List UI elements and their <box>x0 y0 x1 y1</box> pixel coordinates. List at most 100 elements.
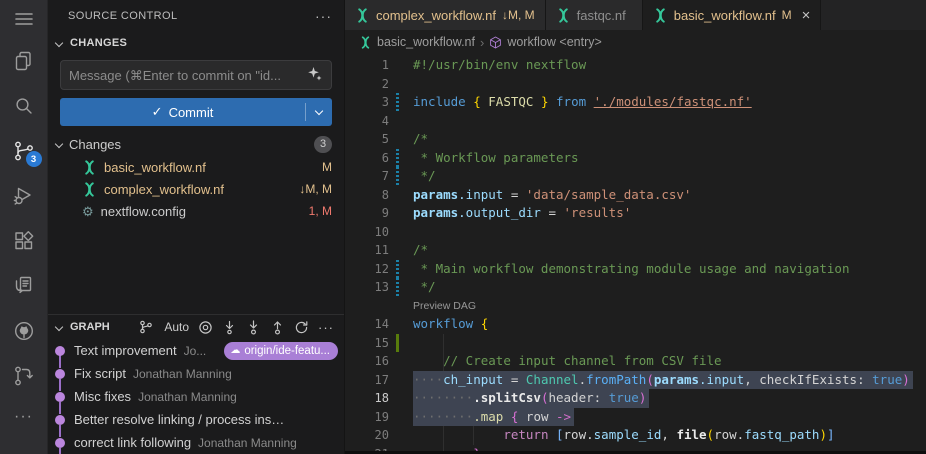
fetch-icon[interactable] <box>222 320 237 335</box>
commit-row[interactable]: Text improvement Jo... ☁ origin/ide-feat… <box>48 339 344 362</box>
run-and-debug-icon[interactable] <box>0 173 48 218</box>
commit-row[interactable]: Misc fixes Jonathan Manning ☁ <box>48 385 344 408</box>
commit-dot-icon <box>55 415 65 425</box>
line-number[interactable]: 12 <box>345 260 389 279</box>
breadcrumb-file[interactable]: basic_workflow.nf <box>359 35 475 49</box>
code-line: 15 <box>345 334 926 353</box>
github-icon[interactable] <box>0 308 48 353</box>
scm-file-row[interactable]: ⚙ complex_workflow.nf ↓M, M <box>48 178 344 200</box>
git-compare-icon[interactable] <box>0 353 48 398</box>
line-number[interactable]: 9 <box>345 204 389 223</box>
commit-message-input[interactable] <box>69 68 307 83</box>
auto-label[interactable]: Auto <box>164 320 189 334</box>
changes-section-header[interactable]: CHANGES <box>48 32 344 54</box>
commit-dot-icon <box>55 392 65 402</box>
pull-icon[interactable] <box>246 320 261 335</box>
commit-row[interactable]: Better resolve linking / process inspect… <box>48 408 344 431</box>
graph-rail <box>48 385 74 408</box>
code-line: 12 * Main workflow demonstrating module … <box>345 260 926 279</box>
tab-status-decoration: ↓M, M <box>502 8 535 22</box>
code-text: ········.map { row -> <box>413 408 574 427</box>
references-icon[interactable] <box>0 263 48 308</box>
code-text: params.output_dir = 'results' <box>413 204 631 223</box>
code-line: 9 params.output_dir = 'results' <box>345 204 926 223</box>
graph-section-header[interactable]: GRAPH Auto ··· <box>48 315 344 339</box>
graph-more-icon[interactable]: ··· <box>318 320 334 335</box>
line-number[interactable]: 1 <box>345 56 389 75</box>
editor-tab[interactable]: complex_workflow.nf ↓M, M × <box>345 0 546 30</box>
line-number[interactable]: 13 <box>345 278 389 297</box>
breadcrumb-symbol[interactable]: workflow <entry> <box>489 35 601 49</box>
gutter-decoration <box>389 167 405 186</box>
code-line: 2 <box>345 75 926 94</box>
gutter-decoration <box>389 241 405 260</box>
vscode-window: 3 ··· SOURCE CONTROL ··· CHANGES <box>0 0 926 454</box>
source-control-icon[interactable]: 3 <box>0 128 48 173</box>
line-number[interactable]: 10 <box>345 223 389 242</box>
line-number[interactable]: 5 <box>345 130 389 149</box>
line-number[interactable]: 14 <box>345 315 389 334</box>
line-number[interactable]: 17 <box>345 371 389 390</box>
refresh-icon[interactable] <box>294 320 309 335</box>
close-icon[interactable]: × <box>802 8 811 23</box>
commit-list: Text improvement Jo... ☁ origin/ide-feat… <box>48 339 344 454</box>
commit-dropdown-button[interactable] <box>306 98 332 126</box>
line-number[interactable]: 16 <box>345 352 389 371</box>
push-icon[interactable] <box>270 320 285 335</box>
gutter-decoration <box>389 75 405 94</box>
explorer-icon[interactable] <box>0 38 48 83</box>
commit-row[interactable]: correct link following Jonathan Manning … <box>48 431 344 454</box>
gutter-decoration <box>389 130 405 149</box>
gutter-decoration <box>389 186 405 205</box>
commit-button[interactable]: ✓ Commit <box>60 98 332 126</box>
line-number[interactable]: 3 <box>345 93 389 112</box>
line-number[interactable]: 2 <box>345 75 389 94</box>
gutter-decoration <box>389 149 405 168</box>
code-text: * Main workflow demonstrating module usa… <box>413 260 850 279</box>
code-text: params.input = 'data/sample_data.csv' <box>413 186 691 205</box>
gutter-decoration <box>389 223 405 242</box>
search-icon[interactable] <box>0 83 48 128</box>
line-number[interactable]: 18 <box>345 389 389 408</box>
code-text: #!/usr/bin/env nextflow <box>413 56 586 75</box>
line-number[interactable]: 7 <box>345 167 389 186</box>
line-number[interactable]: 15 <box>345 334 389 353</box>
code-text: workflow { <box>413 315 488 334</box>
line-number[interactable]: 19 <box>345 408 389 427</box>
sidebar-title: SOURCE CONTROL <box>68 10 178 22</box>
graph-actions: Auto ··· <box>139 320 334 335</box>
changes-tree-node[interactable]: Changes 3 <box>48 132 344 156</box>
menu-icon[interactable] <box>0 0 48 38</box>
gutter-decoration <box>389 112 405 131</box>
branch-badge[interactable]: ☁ origin/ide-featu... <box>224 342 338 360</box>
gutter-decoration <box>389 371 405 390</box>
scm-file-row[interactable]: ⚙ basic_workflow.nf M <box>48 156 344 178</box>
line-number[interactable]: 8 <box>345 186 389 205</box>
gutter-decoration <box>389 93 405 112</box>
extensions-icon[interactable] <box>0 218 48 263</box>
code-text: include { FASTQC } from './modules/fastq… <box>413 93 752 112</box>
line-number[interactable]: 20 <box>345 426 389 445</box>
line-number[interactable]: 6 <box>345 149 389 168</box>
commit-row[interactable]: Fix script Jonathan Manning ☁ <box>48 362 344 385</box>
breadcrumb: basic_workflow.nf › workflow <entry> <box>345 30 926 54</box>
more-actions-icon[interactable]: ··· <box>0 398 48 436</box>
target-icon[interactable] <box>198 320 213 335</box>
line-number[interactable]: 11 <box>345 241 389 260</box>
sidebar-more-icon[interactable]: ··· <box>315 8 332 24</box>
editor-group: complex_workflow.nf ↓M, M × fastqc.nf × … <box>345 0 926 454</box>
scm-file-row[interactable]: ⚙ nextflow.config 1, M <box>48 200 344 222</box>
editor-tab[interactable]: basic_workflow.nf M × <box>643 0 822 30</box>
commit-button-label: Commit <box>169 105 214 120</box>
line-number[interactable]: 4 <box>345 112 389 131</box>
gutter-decoration <box>389 334 405 353</box>
sparkle-icon[interactable] <box>307 66 323 85</box>
code-text: /* <box>413 130 428 149</box>
cloud-icon: ☁ <box>230 345 240 356</box>
sidebar-title-row: SOURCE CONTROL ··· <box>48 0 344 32</box>
code-line: 5 /* <box>345 130 926 149</box>
chevron-down-icon <box>55 140 63 148</box>
branch-icon[interactable] <box>139 320 153 334</box>
editor-tab[interactable]: fastqc.nf × <box>546 0 643 30</box>
nextflow-file-icon <box>82 182 97 197</box>
